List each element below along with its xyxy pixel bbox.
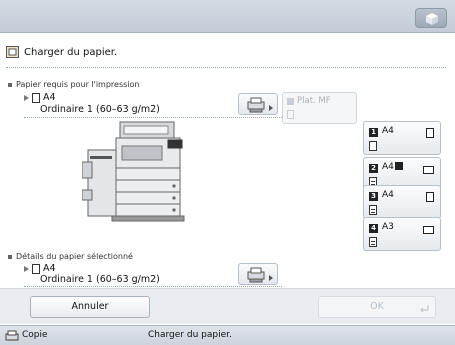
manual-feed-icon xyxy=(287,98,294,105)
ok-button-label: OK xyxy=(370,301,384,312)
cancel-button[interactable]: Annuler xyxy=(30,296,150,318)
drawer-number-badge: 2 xyxy=(369,164,378,173)
rotated-paper-icon xyxy=(394,162,403,170)
settings-cube-icon xyxy=(426,13,438,25)
printer-illustration xyxy=(82,121,185,222)
paper-settings-button[interactable] xyxy=(238,93,278,115)
paper-portrait-icon xyxy=(426,192,434,202)
paper-portrait-icon xyxy=(32,92,40,103)
drawer-number-badge: 1 xyxy=(369,128,378,137)
paper-tray-icon xyxy=(247,267,265,283)
selected-paper-title-text: Détails du papier sélectionné xyxy=(16,252,133,261)
top-bar xyxy=(0,0,455,33)
drawer-size-text: A4 xyxy=(382,162,394,172)
drawer-size: A4 xyxy=(382,126,394,136)
paper-empty-icon xyxy=(287,110,294,119)
divider xyxy=(24,117,282,118)
drawer-size: A4 xyxy=(382,190,394,200)
selected-paper-type: Ordinaire 1 (60–63 g/m2) xyxy=(40,274,160,285)
drawer-number-badge: 4 xyxy=(369,224,378,233)
required-paper-size: A4 xyxy=(24,92,56,103)
manual-feed-label: Plat. MF xyxy=(297,96,331,106)
paper-portrait-icon xyxy=(426,128,434,138)
instruction-text: Charger du papier. xyxy=(24,46,118,58)
drawer-number-badge: 3 xyxy=(369,192,378,201)
selected-paper-title: Détails du papier sélectionné xyxy=(8,252,133,261)
status-message: Charger du papier. xyxy=(148,330,232,340)
paper-portrait-icon xyxy=(32,263,40,274)
bullet-icon xyxy=(8,82,12,87)
divider xyxy=(6,67,446,68)
selected-paper-size: A4 xyxy=(24,263,56,274)
paper-tray-icon xyxy=(247,97,265,113)
arrow-right-icon xyxy=(24,94,29,101)
arrow-right-icon xyxy=(24,265,29,272)
drawer-3-button[interactable]: 3 A4 xyxy=(363,185,441,219)
chevron-right-icon xyxy=(269,275,273,281)
required-paper-title-text: Papier requis pour l'impression xyxy=(16,80,140,89)
paper-landscape-icon xyxy=(423,166,434,174)
required-size-text: A4 xyxy=(43,92,56,103)
copy-icon xyxy=(5,330,19,341)
paper-landscape-icon xyxy=(423,226,434,234)
drawer-size: A4 xyxy=(382,162,403,172)
paper-empty-icon xyxy=(369,141,377,151)
manual-feed-tray-button[interactable]: Plat. MF xyxy=(282,92,357,124)
status-bar: Copie Charger du papier. xyxy=(0,325,455,345)
drawer-size: A3 xyxy=(382,222,394,232)
bullet-icon xyxy=(8,254,12,259)
divider xyxy=(24,286,282,287)
ok-button[interactable]: OK xyxy=(318,296,436,318)
selected-size-text: A4 xyxy=(43,263,56,274)
drawer-4-button[interactable]: 4 A3 xyxy=(363,217,441,251)
paper-stack-icon xyxy=(369,237,377,247)
enter-icon xyxy=(420,305,429,313)
chevron-right-icon xyxy=(269,105,273,111)
bottom-button-bar: Annuler OK xyxy=(0,288,455,324)
settings-cube-button[interactable] xyxy=(415,8,447,28)
paper-load-icon xyxy=(6,46,19,58)
paper-settings-button[interactable] xyxy=(238,263,278,285)
paper-stack-icon xyxy=(369,205,377,215)
required-paper-title: Papier requis pour l'impression xyxy=(8,80,140,89)
drawer-1-button[interactable]: 1 A4 xyxy=(363,121,441,155)
required-paper-type: Ordinaire 1 (60–63 g/m2) xyxy=(40,104,160,115)
instruction-row: Charger du papier. xyxy=(6,45,117,59)
status-app-name: Copie xyxy=(22,330,48,340)
